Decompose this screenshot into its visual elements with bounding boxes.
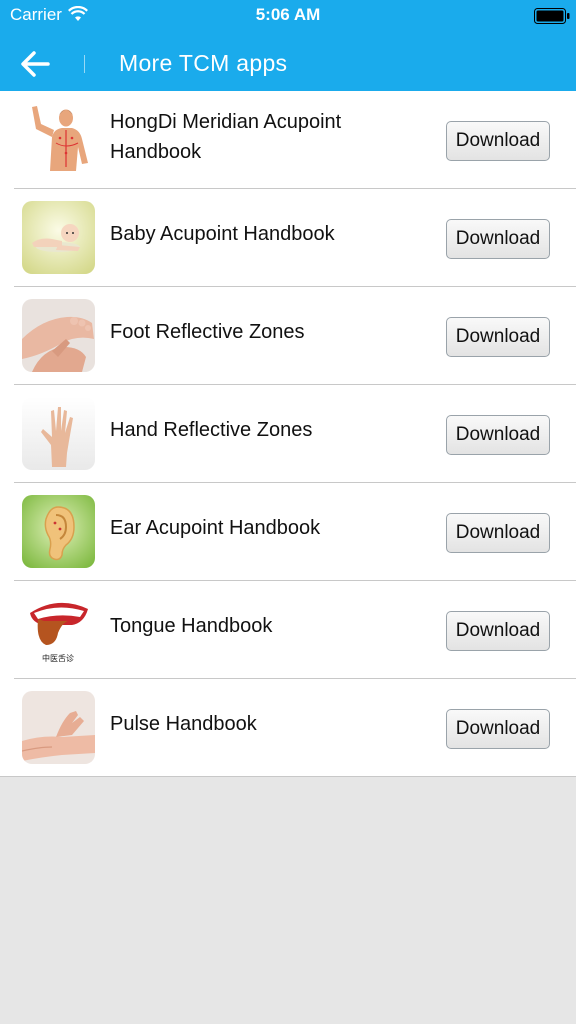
download-button[interactable]: Download: [446, 317, 550, 357]
baby-icon: [22, 201, 95, 274]
navigation-bar: More TCM apps: [0, 36, 576, 91]
list-item: Pulse Handbook Download: [14, 678, 576, 776]
foot-massage-icon: [22, 299, 95, 372]
app-list: HongDi Meridian Acupoint Handbook Downlo…: [0, 91, 576, 777]
status-bar: Carrier 5:06 AM: [0, 0, 576, 30]
list-item: Ear Acupoint Handbook Download: [14, 482, 576, 580]
page-title: More TCM apps: [119, 50, 288, 76]
app-name: Baby Acupoint Handbook: [110, 223, 335, 245]
ear-icon: [22, 495, 95, 568]
list-item: HongDi Meridian Acupoint Handbook Downlo…: [0, 91, 576, 188]
meridian-body-icon: [22, 103, 95, 176]
app-name: Foot Reflective Zones: [110, 321, 305, 343]
hand-icon: [22, 397, 95, 470]
download-button[interactable]: Download: [446, 415, 550, 455]
pulse-wrist-icon: [22, 691, 95, 764]
back-button[interactable]: [18, 48, 54, 80]
nav-divider: [84, 55, 85, 73]
download-button[interactable]: Download: [446, 219, 550, 259]
header: Carrier 5:06 AM More TCM apps: [0, 0, 576, 91]
download-button[interactable]: Download: [446, 513, 550, 553]
list-item: Hand Reflective Zones Download: [14, 384, 576, 482]
app-name: Hand Reflective Zones: [110, 419, 313, 441]
app-name: Tongue Handbook: [110, 615, 273, 637]
download-button[interactable]: Download: [446, 709, 550, 749]
clock: 5:06 AM: [255, 5, 321, 24]
list-item: Baby Acupoint Handbook Download: [14, 188, 576, 286]
battery-icon: [534, 8, 570, 24]
tongue-icon: 中医舌诊: [22, 593, 95, 666]
list-item: Foot Reflective Zones Download: [14, 286, 576, 384]
download-button[interactable]: Download: [446, 611, 550, 651]
app-name: HongDi Meridian Acupoint Handbook: [110, 111, 342, 163]
app-name: Ear Acupoint Handbook: [110, 517, 321, 539]
tongue-icon-caption: 中医舌诊: [42, 653, 74, 663]
download-button[interactable]: Download: [446, 121, 550, 161]
app-name: Pulse Handbook: [110, 713, 257, 735]
arrow-left-icon: [21, 51, 50, 77]
list-item: 中医舌诊 Tongue Handbook Download: [14, 580, 576, 678]
